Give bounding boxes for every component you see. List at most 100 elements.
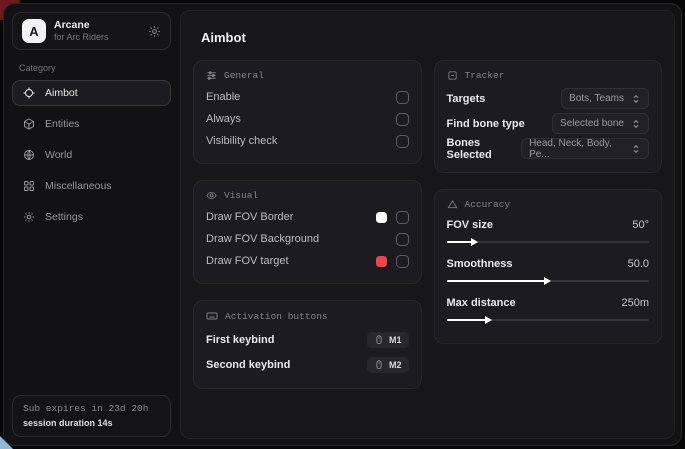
max-distance-value: 250m xyxy=(621,297,649,309)
app-subtitle: for Arc Riders xyxy=(54,32,109,43)
setting-label: Enable xyxy=(206,91,240,103)
sidebar-item-world[interactable]: World xyxy=(12,142,171,168)
mouse-icon xyxy=(374,335,384,345)
setting-row-find-bone-type: Find bone type Selected bone xyxy=(447,111,650,136)
setting-row-fov-border: Draw FOV Border xyxy=(206,206,409,228)
setting-label: First keybind xyxy=(206,334,274,346)
sidebar-item-miscellaneous[interactable]: Miscellaneous xyxy=(12,173,171,199)
globe-icon xyxy=(23,149,36,161)
dropdown-value: Selected bone xyxy=(560,118,624,129)
eye-icon xyxy=(206,190,217,201)
setting-row-targets: Targets Bots, Teams xyxy=(447,86,650,111)
enable-checkbox[interactable] xyxy=(396,91,409,104)
dropdown-value: Head, Neck, Body, Pe... xyxy=(529,138,624,160)
screen: A Arcane for Arc Riders Category xyxy=(0,0,685,449)
slider-fill xyxy=(447,319,490,321)
fov-size-value: 50° xyxy=(632,219,649,231)
fov-target-color-swatch[interactable] xyxy=(376,256,387,267)
fov-size-slider[interactable] xyxy=(447,237,650,247)
keybind-value: M1 xyxy=(389,335,402,345)
settings-gear-icon[interactable] xyxy=(148,25,161,38)
slider-fill xyxy=(447,280,548,282)
sidebar-item-label: Settings xyxy=(45,211,83,223)
setting-label: Targets xyxy=(447,93,486,105)
accuracy-card: Accuracy FOV size 50° xyxy=(434,189,663,344)
general-card: General Enable Always Visibility check xyxy=(193,60,422,164)
setting-row-always: Always xyxy=(206,108,409,130)
setting-row-enable: Enable xyxy=(206,86,409,108)
setting-label: Draw FOV Border xyxy=(206,211,293,223)
setting-label: Second keybind xyxy=(206,359,290,371)
sidebar-item-aimbot[interactable]: Aimbot xyxy=(12,80,171,106)
brand-text: Arcane for Arc Riders xyxy=(54,19,109,43)
setting-label: FOV size xyxy=(447,219,493,231)
card-title: Tracker xyxy=(465,70,505,81)
visual-card: Visual Draw FOV Border Draw FOV Backgrou… xyxy=(193,180,422,284)
find-bone-type-dropdown[interactable]: Selected bone xyxy=(552,113,649,134)
targets-dropdown[interactable]: Bots, Teams xyxy=(561,88,649,109)
cube-icon xyxy=(23,118,36,130)
fov-border-color-swatch[interactable] xyxy=(376,212,387,223)
sidebar-item-entities[interactable]: Entities xyxy=(12,111,171,137)
smoothness-group: Smoothness 50.0 xyxy=(447,254,650,286)
grid-icon xyxy=(23,180,36,192)
setting-row-first-keybind: First keybind M1 xyxy=(206,327,409,352)
app-name: Arcane xyxy=(54,19,109,32)
mouse-icon xyxy=(374,360,384,370)
always-checkbox[interactable] xyxy=(396,113,409,126)
bones-selected-dropdown[interactable]: Head, Neck, Body, Pe... xyxy=(521,138,649,159)
unfold-icon xyxy=(631,119,641,129)
page-title: Aimbot xyxy=(201,30,662,45)
app-window: A Arcane for Arc Riders Category xyxy=(3,3,682,446)
fov-target-checkbox[interactable] xyxy=(396,255,409,268)
crosshair-icon xyxy=(23,87,36,99)
left-column: General Enable Always Visibility check xyxy=(193,60,422,405)
card-title: Visual xyxy=(224,190,258,201)
fov-border-checkbox[interactable] xyxy=(396,211,409,224)
setting-label: Draw FOV target xyxy=(206,255,289,267)
subscription-info: Sub expires in 23d 20h session duration … xyxy=(12,395,171,437)
fov-background-checkbox[interactable] xyxy=(396,233,409,246)
visibility-check-checkbox[interactable] xyxy=(396,135,409,148)
fov-size-group: FOV size 50° xyxy=(447,215,650,247)
setting-label: Find bone type xyxy=(447,118,525,130)
tracker-card: Tracker Targets Bots, Teams xyxy=(434,60,663,173)
slider-fill xyxy=(447,241,475,243)
app-logo: A xyxy=(22,19,46,43)
unfold-icon xyxy=(631,94,641,104)
sidebar-item-label: World xyxy=(45,149,72,161)
card-title: Accuracy xyxy=(465,199,511,210)
slider-thumb[interactable] xyxy=(485,316,492,324)
main-panel: Aimbot General xyxy=(180,10,675,439)
triangle-icon xyxy=(447,199,458,210)
smoothness-value: 50.0 xyxy=(628,258,649,270)
setting-label: Smoothness xyxy=(447,258,513,270)
setting-row-fov-target: Draw FOV target xyxy=(206,250,409,272)
scan-frame-icon xyxy=(447,70,458,81)
max-distance-slider[interactable] xyxy=(447,315,650,325)
setting-label: Always xyxy=(206,113,241,125)
setting-row-visibility-check: Visibility check xyxy=(206,130,409,152)
keybind-value: M2 xyxy=(389,360,402,370)
right-column: Tracker Targets Bots, Teams xyxy=(434,60,663,405)
sliders-icon xyxy=(206,70,217,81)
setting-row-fov-background: Draw FOV Background xyxy=(206,228,409,250)
max-distance-group: Max distance 250m xyxy=(447,293,650,325)
second-keybind-button[interactable]: M2 xyxy=(367,357,409,373)
first-keybind-button[interactable]: M1 xyxy=(367,332,409,348)
sidebar: A Arcane for Arc Riders Category xyxy=(4,4,179,445)
smoothness-slider[interactable] xyxy=(447,276,650,286)
sidebar-item-label: Aimbot xyxy=(45,87,78,99)
slider-thumb[interactable] xyxy=(544,277,551,285)
brand-card: A Arcane for Arc Riders xyxy=(12,12,171,50)
setting-label: Max distance xyxy=(447,297,516,309)
slider-thumb[interactable] xyxy=(471,238,478,246)
setting-label: Bones Selected xyxy=(447,137,522,161)
sidebar-item-settings[interactable]: Settings xyxy=(12,204,171,230)
sub-expires-text: Sub expires in 23d 20h xyxy=(23,403,160,414)
setting-label: Visibility check xyxy=(206,135,277,147)
session-duration-text: session duration 14s xyxy=(23,418,160,428)
card-title: General xyxy=(224,70,264,81)
category-label: Category xyxy=(19,63,164,73)
activation-buttons-card: Activation buttons First keybind M1 xyxy=(193,300,422,389)
